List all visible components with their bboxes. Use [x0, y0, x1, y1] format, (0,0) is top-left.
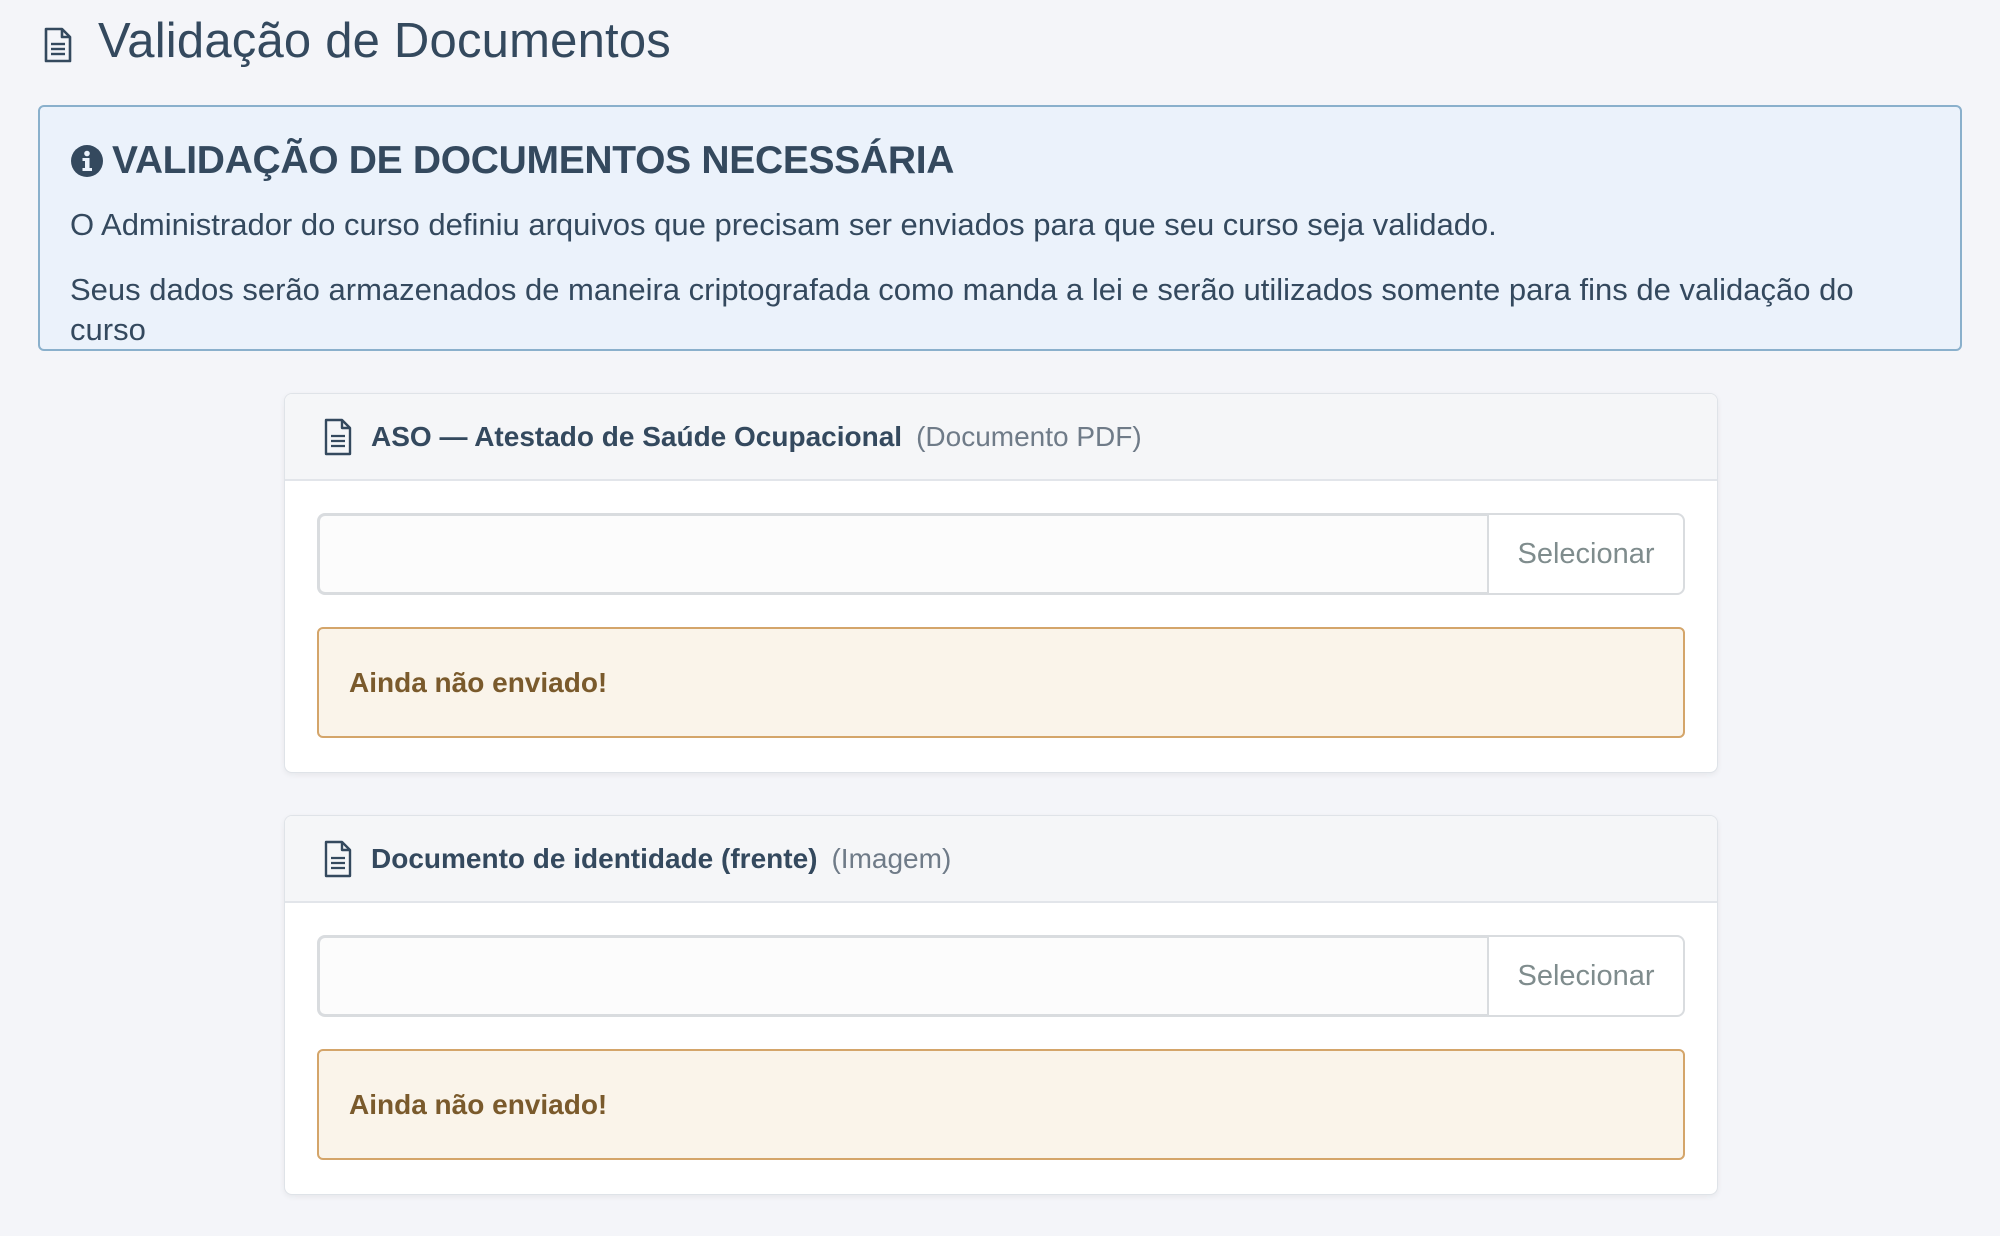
alert-message: O Administrador do curso definiu arquivo…	[70, 207, 1497, 242]
status-text: Ainda não enviado!	[349, 666, 608, 698]
alert-title: VALIDAÇÃO DE DOCUMENTOS NECESSÁRIA	[112, 139, 955, 182]
page-header: Validação de Documentos	[40, 10, 671, 72]
status-warning: Ainda não enviado!	[317, 627, 1685, 738]
page-title: Validação de Documentos	[98, 14, 671, 68]
select-file-button[interactable]: Selecionar	[1487, 513, 1685, 595]
select-file-button[interactable]: Selecionar	[1487, 935, 1685, 1017]
status-text: Ainda não enviado!	[349, 1088, 608, 1120]
document-card-identity: Documento de identidade (frente) (Imagem…	[284, 815, 1718, 1195]
file-path-input[interactable]	[317, 513, 1487, 595]
document-type: (Documento PDF)	[916, 420, 1142, 452]
card-body: Selecionar Ainda não enviado!	[285, 481, 1717, 738]
document-icon	[323, 418, 353, 456]
card-header: ASO — Atestado de Saúde Ocupacional (Doc…	[285, 394, 1717, 481]
document-title: ASO — Atestado de Saúde Ocupacional	[371, 420, 903, 452]
file-input-group: Selecionar	[317, 935, 1685, 1017]
document-type: (Imagem)	[831, 842, 952, 874]
status-warning: Ainda não enviado!	[317, 1049, 1685, 1160]
document-title: Documento de identidade (frente)	[371, 842, 818, 874]
info-alert: VALIDAÇÃO DE DOCUMENTOS NECESSÁRIA O Adm…	[38, 105, 1962, 351]
file-input-group: Selecionar	[317, 513, 1685, 595]
info-circle-icon	[70, 144, 104, 178]
alert-header: VALIDAÇÃO DE DOCUMENTOS NECESSÁRIA	[70, 135, 1930, 187]
document-icon	[323, 840, 353, 878]
document-card-aso: ASO — Atestado de Saúde Ocupacional (Doc…	[284, 393, 1718, 773]
file-path-input[interactable]	[317, 935, 1487, 1017]
alert-privacy-note: Seus dados serão armazenados de maneira …	[70, 272, 1854, 347]
card-header: Documento de identidade (frente) (Imagem…	[285, 816, 1717, 903]
document-icon	[40, 23, 76, 67]
card-body: Selecionar Ainda não enviado!	[285, 903, 1717, 1160]
